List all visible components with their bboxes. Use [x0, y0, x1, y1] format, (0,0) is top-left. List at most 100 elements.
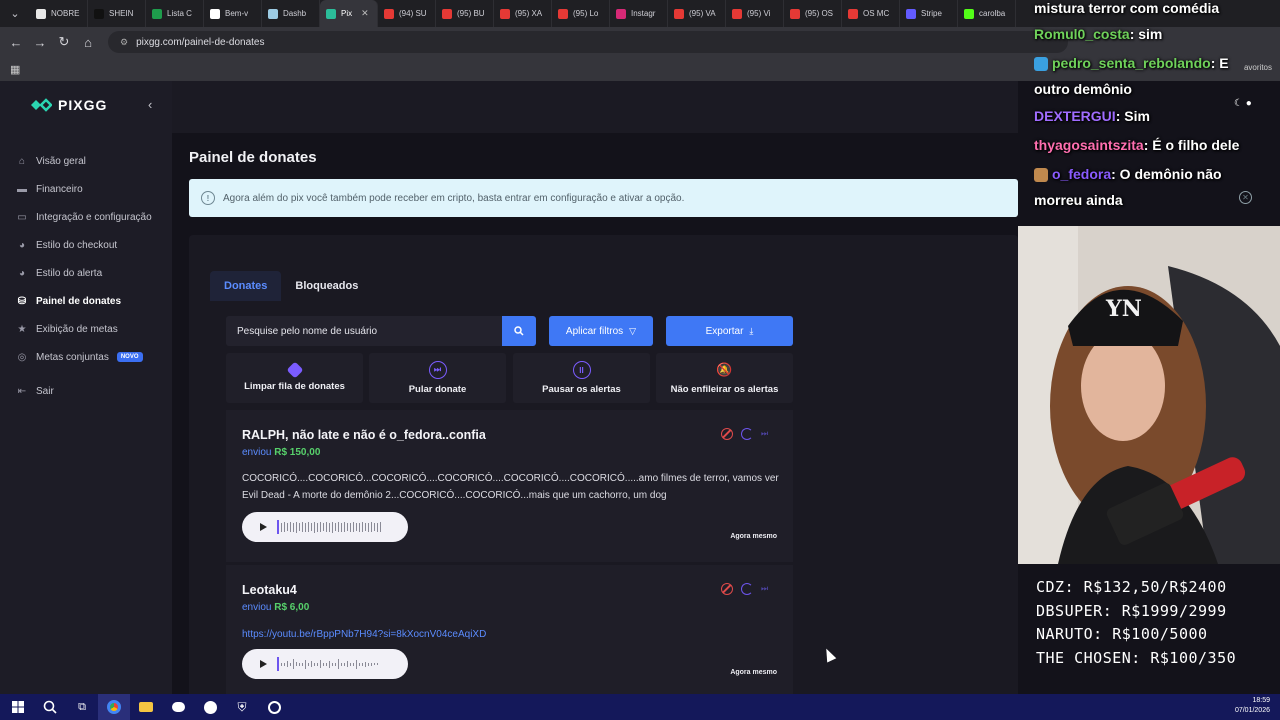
- sidebar-item[interactable]: ⇤ Sair: [16, 377, 166, 405]
- waveform-bar: [304, 522, 306, 532]
- collapse-sidebar-button[interactable]: ‹: [148, 97, 152, 112]
- export-button[interactable]: Exportar ⤓: [666, 316, 793, 346]
- browser-tab[interactable]: (94) SU: [378, 0, 436, 27]
- donate-message: COCORICÓ....COCORICÓ...COCORICÓ....COCOR…: [242, 473, 779, 501]
- taskbar-search-button[interactable]: [34, 694, 66, 720]
- skip-icon[interactable]: ⏭: [761, 428, 773, 440]
- search-input[interactable]: Pesquise pelo nome de usuário: [226, 316, 502, 346]
- waveform-bar: [331, 662, 333, 666]
- sidebar-item[interactable]: ★ Exibição de metas: [16, 315, 166, 343]
- sidebar-item[interactable]: ▬ Financeiro: [16, 175, 166, 203]
- browser-tab[interactable]: (95) Lo: [552, 0, 610, 27]
- webcam-feed: YN: [1018, 226, 1280, 564]
- browser-tab[interactable]: OS MC: [842, 0, 900, 27]
- waveform-bar: [352, 522, 354, 532]
- replay-icon[interactable]: [741, 583, 753, 595]
- waveform-bar: [295, 662, 297, 666]
- donate-sent-line: enviou R$ 150,00: [242, 447, 320, 458]
- audio-player[interactable]: [242, 512, 408, 542]
- browser-tab[interactable]: Dashb: [262, 0, 320, 27]
- waveform-bar: [313, 521, 315, 533]
- chat-message: o_fedora: O demônio não: [1034, 166, 1222, 183]
- search-button[interactable]: [502, 316, 536, 346]
- chat-message: pedro_senta_rebolando: E: [1034, 55, 1229, 72]
- browser-tab[interactable]: Stripe: [900, 0, 958, 27]
- browser-tab[interactable]: (95) XA: [494, 0, 552, 27]
- tab-favicon-icon: [326, 8, 336, 19]
- browser-tab[interactable]: (95) Vi: [726, 0, 784, 27]
- browser-tab[interactable]: carolba: [958, 0, 1016, 27]
- sidebar-item[interactable]: ▭ Integração e configuração: [16, 203, 166, 231]
- sidebar-item[interactable]: ⛁ Painel de donates: [16, 287, 166, 315]
- pause-alerts-button[interactable]: II Pausar os alertas: [513, 353, 650, 403]
- taskbar-clock[interactable]: 18:59 07/01/2026: [1235, 696, 1270, 716]
- play-icon[interactable]: [260, 523, 267, 531]
- skip-icon[interactable]: ⏭: [761, 583, 773, 595]
- audio-player[interactable]: [242, 649, 408, 679]
- pixgg-logo[interactable]: PIXGG: [30, 97, 107, 113]
- apps-icon[interactable]: ▦: [10, 63, 20, 76]
- xbox-button[interactable]: [194, 694, 226, 720]
- brand-name: PIXGG: [58, 97, 108, 113]
- skip-donate-button[interactable]: ⏭ Pular donate: [369, 353, 506, 403]
- tab-search-button[interactable]: ⌄: [0, 0, 30, 27]
- sidebar-item[interactable]: ◕ Estilo do alerta: [16, 259, 166, 287]
- browser-tab[interactable]: Bem-v: [204, 0, 262, 27]
- security-button[interactable]: ⛨: [226, 694, 258, 720]
- pause-alerts-label: Pausar os alertas: [542, 384, 621, 395]
- browser-tab[interactable]: (95) VA: [668, 0, 726, 27]
- waveform-bar: [337, 522, 339, 532]
- forward-button[interactable]: →: [28, 30, 52, 54]
- chrome-taskbar-button[interactable]: [98, 694, 130, 720]
- waveform-bar: [295, 521, 297, 533]
- reload-button[interactable]: ↻: [52, 30, 76, 54]
- apply-filters-button[interactable]: Aplicar filtros ▽: [549, 316, 653, 346]
- block-user-icon[interactable]: [721, 583, 733, 595]
- task-view-button[interactable]: ⧉: [66, 694, 98, 720]
- play-icon[interactable]: [260, 660, 267, 668]
- sidebar-item-label: Visão geral: [36, 155, 86, 167]
- back-button[interactable]: ←: [4, 30, 28, 54]
- sidebar-item[interactable]: ◕ Estilo do checkout: [16, 231, 166, 259]
- no-queue-alerts-button[interactable]: 🔕 Não enfileirar os alertas: [656, 353, 793, 403]
- browser-tab[interactable]: Pix ✕: [320, 0, 378, 27]
- audio-waveform[interactable]: [277, 657, 378, 671]
- browser-tab[interactable]: (95) OS: [784, 0, 842, 27]
- browser-tab[interactable]: Instagr: [610, 0, 668, 27]
- waveform-bar: [349, 522, 351, 532]
- browser-tab[interactable]: (95) BU: [436, 0, 494, 27]
- waveform-bar: [355, 659, 357, 669]
- close-tab-icon[interactable]: ✕: [361, 8, 369, 19]
- browser-tab[interactable]: SHEIN: [88, 0, 146, 27]
- chat-text: : Sim: [1115, 108, 1150, 124]
- chat-message: outro demônio: [1034, 81, 1132, 97]
- browser-tab[interactable]: Lista C: [146, 0, 204, 27]
- waveform-bar: [310, 661, 312, 667]
- file-explorer-button[interactable]: [130, 694, 162, 720]
- palette-icon: ◕: [18, 267, 26, 279]
- waveform-bar: [376, 522, 378, 532]
- block-user-icon[interactable]: [721, 428, 733, 440]
- palette-icon: ◕: [18, 239, 26, 251]
- waveform-bar: [322, 662, 324, 666]
- donate-link[interactable]: https://youtu.be/rBppPNb7H94?si=8kXocnV0…: [242, 629, 486, 640]
- url-field[interactable]: ⚙ pixgg.com/painel-de-donates: [108, 31, 1068, 53]
- start-button[interactable]: [2, 694, 34, 720]
- discord-icon: [171, 702, 185, 712]
- browser-tab[interactable]: NOBRE: [30, 0, 88, 27]
- sidebar-item[interactable]: ⌂ Visão geral: [16, 147, 166, 175]
- waveform-bar: [370, 662, 372, 666]
- obs-button[interactable]: [258, 694, 290, 720]
- discord-button[interactable]: [162, 694, 194, 720]
- sidebar-item-label: Estilo do checkout: [36, 239, 118, 251]
- audio-waveform[interactable]: [277, 520, 381, 534]
- replay-icon[interactable]: [741, 428, 753, 440]
- clear-queue-button[interactable]: Limpar fila de donates: [226, 353, 363, 403]
- home-button[interactable]: ⌂: [76, 30, 100, 54]
- no-queue-alerts-label: Não enfileirar os alertas: [670, 384, 779, 395]
- tab-bloqueados[interactable]: Bloqueados: [281, 271, 372, 301]
- sidebar-item[interactable]: ◎ Metas conjuntas NOVO: [16, 343, 166, 371]
- waveform-bar: [340, 522, 342, 532]
- site-info-icon[interactable]: ⚙: [120, 37, 128, 48]
- tab-donates[interactable]: Donates: [210, 271, 282, 301]
